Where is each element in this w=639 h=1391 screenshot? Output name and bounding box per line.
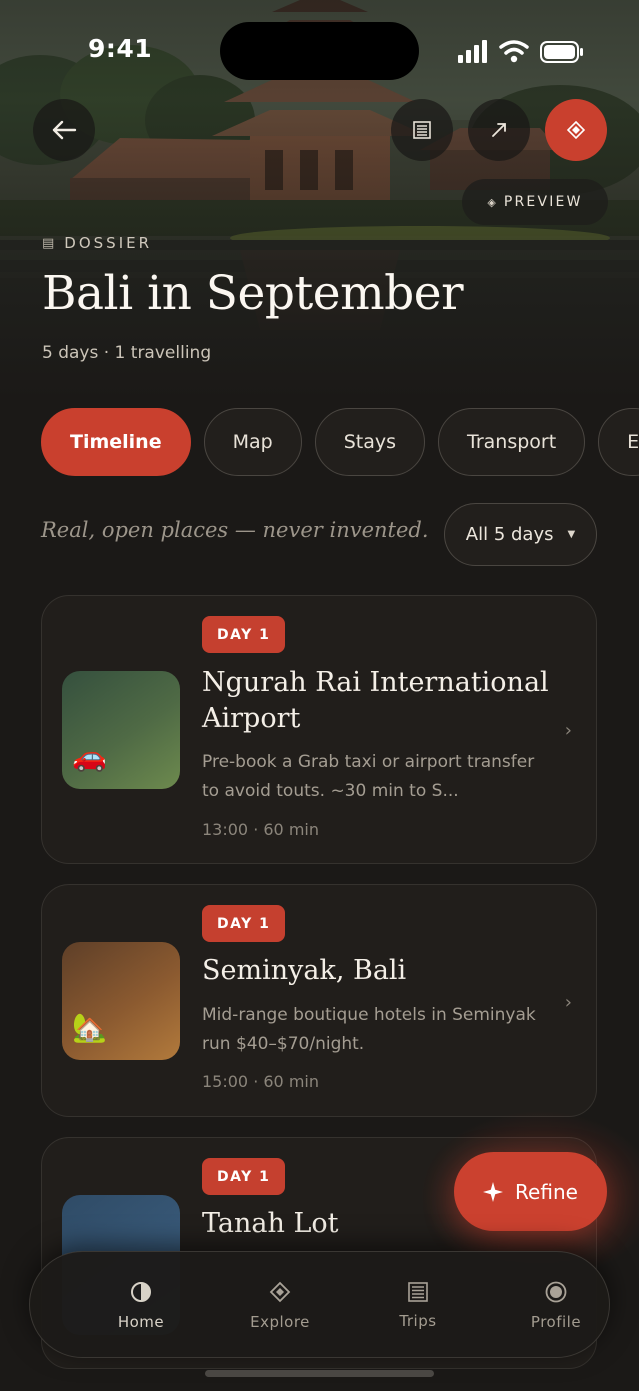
page-title: Bali in September <box>42 266 464 321</box>
diamond-action-button[interactable] <box>545 99 607 161</box>
house-icon: 🏡 <box>72 1011 107 1044</box>
place-description: Pre-book a Grab taxi or airport transfer… <box>202 752 535 801</box>
nav-item-profile[interactable]: Profile <box>506 1252 606 1359</box>
tab-bar: Timeline Map Stays Transport E <box>41 408 639 476</box>
trip-dossier-screen: 9:41 ◈ PREVIEW ▤ DOSSIER Bali in Septemb… <box>0 0 639 1391</box>
place-thumbnail: 🏡 <box>62 942 180 1060</box>
place-time: 13:00 · 60 min <box>202 820 319 839</box>
refine-button[interactable]: Refine <box>454 1152 607 1231</box>
car-icon: 🚗 <box>72 740 107 773</box>
trip-meta: 5 days · 1 travelling <box>42 343 212 363</box>
document-icon: ▤ <box>42 235 55 251</box>
timeline-card[interactable]: 🏡 DAY 1 Seminyak, Bali Mid-range boutiqu… <box>41 884 597 1117</box>
diamond-icon <box>567 121 585 139</box>
nav-item-home[interactable]: Home <box>91 1252 191 1359</box>
diamond-icon <box>269 1281 291 1302</box>
dynamic-island <box>220 22 419 80</box>
preview-label: PREVIEW <box>503 194 583 210</box>
tab-map[interactable]: Map <box>203 408 302 476</box>
place-description: Mid-range boutique hotels in Seminyak ru… <box>202 1005 536 1054</box>
caret-down-icon: ▼ <box>567 529 576 540</box>
nav-label: Home <box>117 1312 165 1331</box>
nav-label: Profile <box>530 1312 582 1331</box>
timeline-tagline: Real, open places — never invented. <box>41 518 429 542</box>
place-thumbnail: 🚗 <box>62 671 180 789</box>
day-filter-dropdown[interactable]: All 5 days ▼ <box>444 503 597 566</box>
battery-icon <box>540 41 583 63</box>
place-name: Ngurah Rai International Airport <box>202 667 549 734</box>
bottom-nav: Home Explore Trips Profile <box>29 1251 610 1358</box>
tab-timeline[interactable]: Timeline <box>41 408 191 476</box>
nav-label: Explore <box>250 1312 310 1331</box>
timeline-card[interactable]: 🚗 DAY 1 Ngurah Rai International Airport… <box>41 595 597 864</box>
dossier-label: DOSSIER <box>64 234 153 252</box>
nav-item-explore[interactable]: Explore <box>230 1252 330 1359</box>
arrow-left-icon <box>52 120 77 140</box>
profile-icon <box>545 1281 567 1302</box>
status-icons <box>458 40 583 63</box>
back-button[interactable] <box>33 99 95 161</box>
section-label: ▤ DOSSIER <box>42 234 152 252</box>
document-icon <box>413 121 431 139</box>
nav-label: Trips <box>399 1311 437 1330</box>
arrow-up-right-icon <box>492 123 506 137</box>
document-icon <box>408 1281 428 1302</box>
nav-item-trips[interactable]: Trips <box>368 1252 468 1359</box>
status-time: 9:41 <box>88 34 153 63</box>
tab-stays[interactable]: Stays <box>314 408 426 476</box>
place-time: 15:00 · 60 min <box>202 1072 319 1091</box>
preview-button[interactable]: ◈ PREVIEW <box>462 179 608 225</box>
document-button[interactable] <box>391 99 453 161</box>
day-filter-value: All 5 days <box>465 524 554 545</box>
refine-label: Refine <box>515 1179 578 1204</box>
day-badge: DAY 1 <box>202 1158 286 1195</box>
cellular-signal-icon <box>458 40 487 63</box>
wifi-icon <box>499 40 529 55</box>
tab-more[interactable]: E <box>598 408 639 476</box>
chevron-right-icon: › <box>564 720 572 741</box>
diamond-icon: ◈ <box>487 195 496 209</box>
day-badge: DAY 1 <box>202 905 286 942</box>
chevron-right-icon: › <box>564 992 572 1013</box>
home-indicator <box>205 1370 434 1377</box>
share-button[interactable] <box>468 99 530 161</box>
half-circle-icon <box>131 1281 151 1302</box>
day-badge: DAY 1 <box>202 616 286 653</box>
place-name: Seminyak, Bali <box>202 955 407 986</box>
tab-transport[interactable]: Transport <box>438 408 586 476</box>
sparkle-icon <box>483 1181 504 1202</box>
